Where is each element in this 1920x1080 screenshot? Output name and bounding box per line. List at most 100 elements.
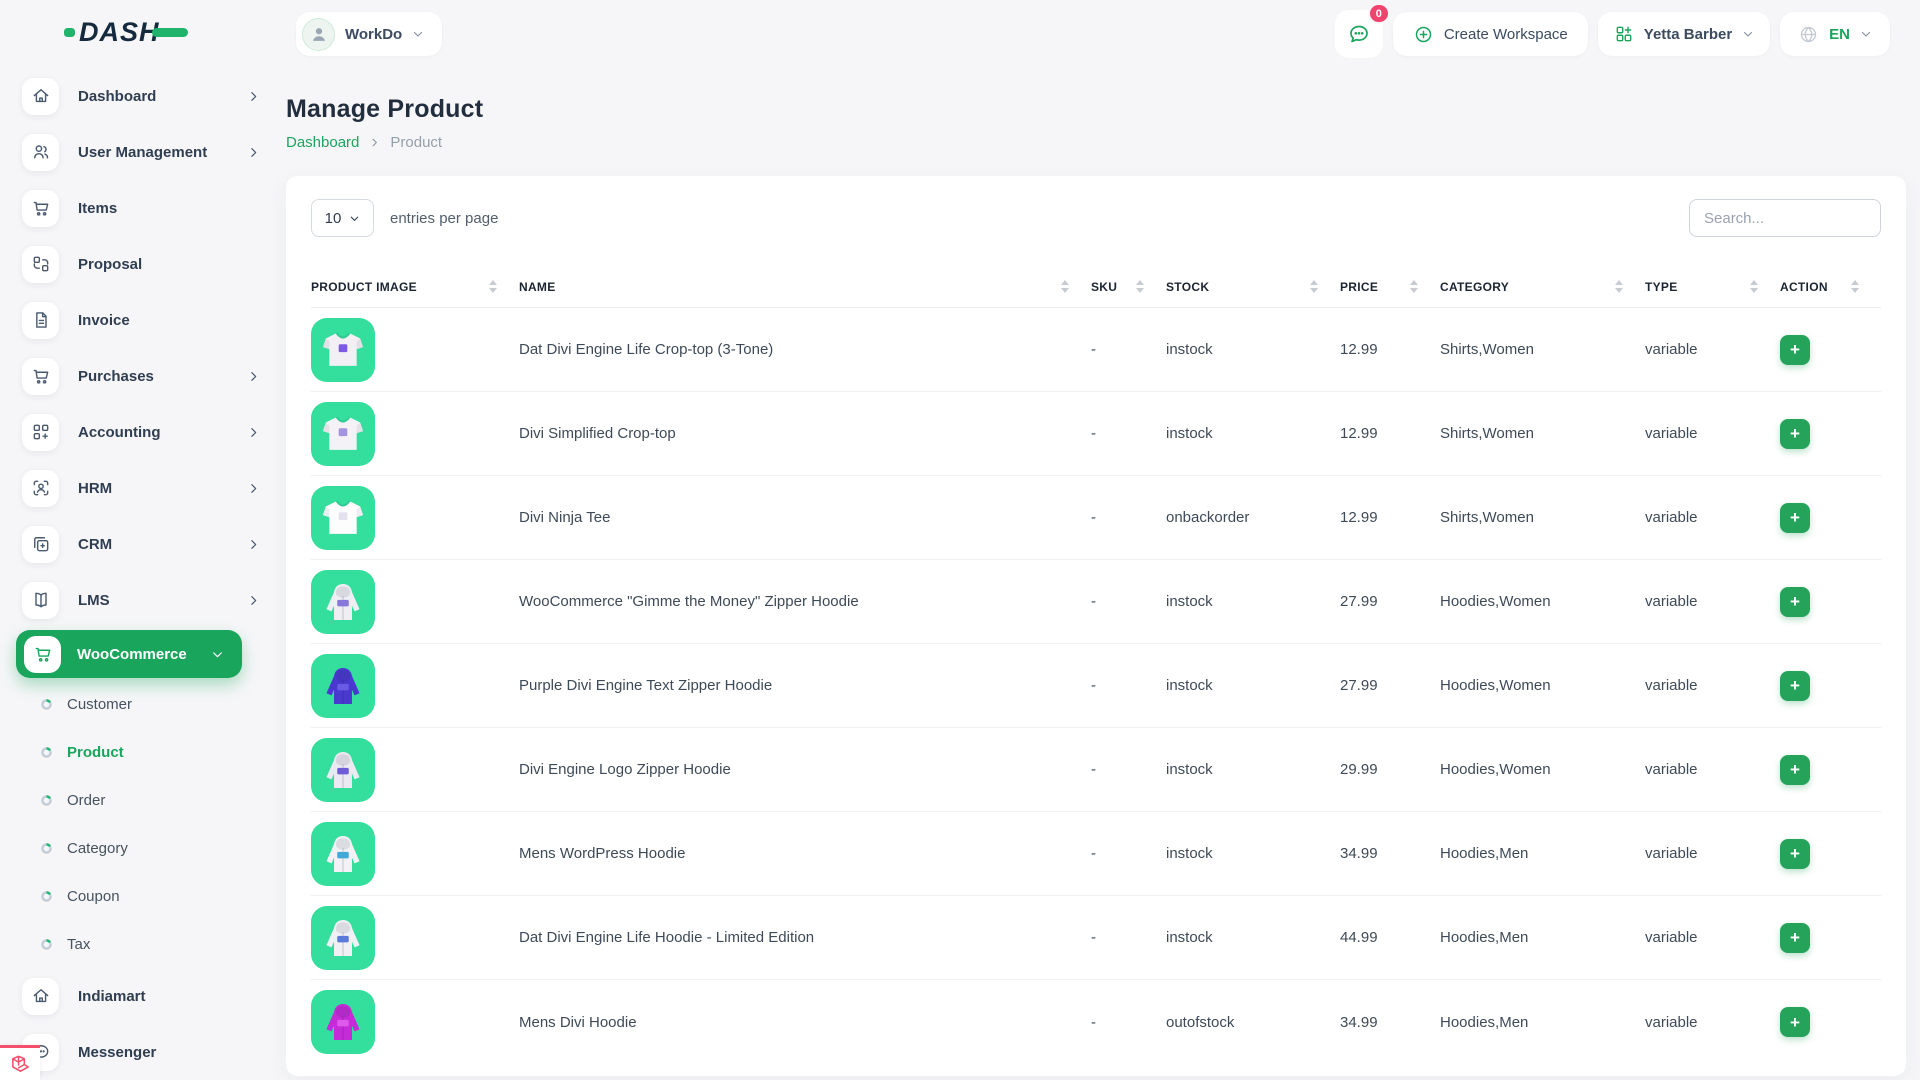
debugbar-toggle[interactable] xyxy=(0,1045,40,1080)
add-action-button[interactable]: + xyxy=(1780,755,1810,785)
language-selector[interactable]: EN xyxy=(1780,12,1890,56)
sidebar-item-dashboard[interactable]: Dashboard xyxy=(0,68,280,124)
column-header-stock[interactable]: STOCK xyxy=(1166,280,1340,294)
users-icon xyxy=(22,134,59,171)
product-sku: - xyxy=(1091,593,1166,610)
column-header-name[interactable]: NAME xyxy=(519,280,1091,294)
top-bar: DASH WorkDo 0 Create Workspace Yetta Bar… xyxy=(0,0,1920,68)
sidebar-item-purchases[interactable]: Purchases xyxy=(0,348,280,404)
sidebar-item-proposal[interactable]: Proposal xyxy=(0,236,280,292)
sidebar-item-label: Purchases xyxy=(78,368,154,385)
product-image xyxy=(311,318,375,382)
add-action-button[interactable]: + xyxy=(1780,335,1810,365)
sidebar-item-label: Accounting xyxy=(78,424,161,441)
column-header-product-image[interactable]: PRODUCT IMAGE xyxy=(311,280,519,294)
sidebar-item-label: Items xyxy=(78,200,117,217)
chevron-right-icon xyxy=(247,146,260,159)
search-input[interactable] xyxy=(1689,199,1881,237)
grid-plus-icon xyxy=(22,414,59,451)
add-action-button[interactable]: + xyxy=(1780,419,1810,449)
column-header-sku[interactable]: SKU xyxy=(1091,280,1166,294)
sidebar-item-indiamart[interactable]: Indiamart xyxy=(0,968,280,1024)
cart-icon xyxy=(22,190,59,227)
sidebar-item-accounting[interactable]: Accounting xyxy=(0,404,280,460)
create-workspace-button[interactable]: Create Workspace xyxy=(1393,12,1588,56)
product-stock: onbackorder xyxy=(1166,509,1340,526)
product-image xyxy=(311,654,375,718)
donut-icon xyxy=(40,746,53,759)
chevron-down-icon xyxy=(211,648,224,661)
entries-per-page-value: 10 xyxy=(325,210,342,227)
table-row: Mens WordPress Hoodie - instock 34.99 Ho… xyxy=(311,812,1881,896)
column-header-type[interactable]: TYPE xyxy=(1645,280,1780,294)
sidebar-item-woocommerce[interactable]: WooCommerce xyxy=(16,630,242,678)
messages-badge: 0 xyxy=(1368,3,1390,24)
chevron-right-icon xyxy=(247,426,260,439)
user-scan-icon xyxy=(22,470,59,507)
product-price: 27.99 xyxy=(1340,677,1440,694)
sidebar-subitem-label: Category xyxy=(67,840,128,857)
add-action-button[interactable]: + xyxy=(1780,587,1810,617)
donut-icon xyxy=(40,890,53,903)
add-action-button[interactable]: + xyxy=(1780,923,1810,953)
add-action-button[interactable]: + xyxy=(1780,839,1810,869)
table-row: Purple Divi Engine Text Zipper Hoodie - … xyxy=(311,644,1881,728)
breadcrumb-dashboard-link[interactable]: Dashboard xyxy=(286,134,359,151)
user-icon xyxy=(308,23,330,45)
table-row: Dat Divi Engine Life Crop-top (3-Tone) -… xyxy=(311,308,1881,392)
sidebar-item-invoice[interactable]: Invoice xyxy=(0,292,280,348)
add-action-button[interactable]: + xyxy=(1780,1007,1810,1037)
sidebar-subitem-category[interactable]: Category xyxy=(0,824,280,872)
product-stock: instock xyxy=(1166,425,1340,442)
sidebar-subitem-product[interactable]: Product xyxy=(0,728,280,776)
workspace-selector[interactable]: WorkDo xyxy=(296,12,442,56)
product-image xyxy=(311,990,375,1054)
sidebar-item-user-management[interactable]: User Management xyxy=(0,124,280,180)
sidebar-item-messenger[interactable]: Messenger xyxy=(0,1024,280,1080)
sidebar-subitem-coupon[interactable]: Coupon xyxy=(0,872,280,920)
brand-logo: DASH xyxy=(64,14,196,54)
sidebar-item-label: Proposal xyxy=(78,256,142,273)
column-header-price[interactable]: PRICE xyxy=(1340,280,1440,294)
sidebar-subitem-label: Order xyxy=(67,792,105,809)
product-type: variable xyxy=(1645,509,1780,526)
swap-icon xyxy=(22,246,59,283)
column-header-category[interactable]: CATEGORY xyxy=(1440,280,1645,294)
product-stock: instock xyxy=(1166,929,1340,946)
table-controls: 10 entries per page xyxy=(311,199,1881,237)
chevron-down-icon xyxy=(349,213,360,224)
product-name: Dat Divi Engine Life Crop-top (3-Tone) xyxy=(519,341,1091,358)
product-price: 34.99 xyxy=(1340,845,1440,862)
sort-arrows-icon xyxy=(1136,280,1144,293)
product-image xyxy=(311,738,375,802)
book-icon xyxy=(22,582,59,619)
sort-arrows-icon xyxy=(1061,280,1069,293)
product-stock: instock xyxy=(1166,845,1340,862)
sidebar-item-crm[interactable]: CRM xyxy=(0,516,280,572)
sidebar-item-lms[interactable]: LMS xyxy=(0,572,280,628)
product-type: variable xyxy=(1645,1014,1780,1031)
sidebar-item-items[interactable]: Items xyxy=(0,180,280,236)
product-category: Shirts,Women xyxy=(1440,425,1645,442)
product-price: 12.99 xyxy=(1340,425,1440,442)
entries-per-page-select[interactable]: 10 xyxy=(311,199,374,237)
donut-icon xyxy=(40,698,53,711)
user-menu[interactable]: Yetta Barber xyxy=(1598,12,1770,56)
column-header-action[interactable]: ACTION xyxy=(1780,280,1881,294)
sidebar-subitem-order[interactable]: Order xyxy=(0,776,280,824)
product-sku: - xyxy=(1091,509,1166,526)
chat-icon xyxy=(1347,22,1371,46)
add-action-button[interactable]: + xyxy=(1780,671,1810,701)
chevron-right-icon xyxy=(247,90,260,103)
workspace-name: WorkDo xyxy=(345,26,402,43)
product-category: Hoodies,Women xyxy=(1440,677,1645,694)
product-name: Mens Divi Hoodie xyxy=(519,1014,1091,1031)
product-type: variable xyxy=(1645,677,1780,694)
add-action-button[interactable]: + xyxy=(1780,503,1810,533)
sidebar-item-hrm[interactable]: HRM xyxy=(0,460,280,516)
sidebar-subitem-customer[interactable]: Customer xyxy=(0,680,280,728)
messages-button[interactable]: 0 xyxy=(1335,10,1383,58)
sidebar-subitem-tax[interactable]: Tax xyxy=(0,920,280,968)
home-icon xyxy=(22,78,59,115)
product-price: 27.99 xyxy=(1340,593,1440,610)
